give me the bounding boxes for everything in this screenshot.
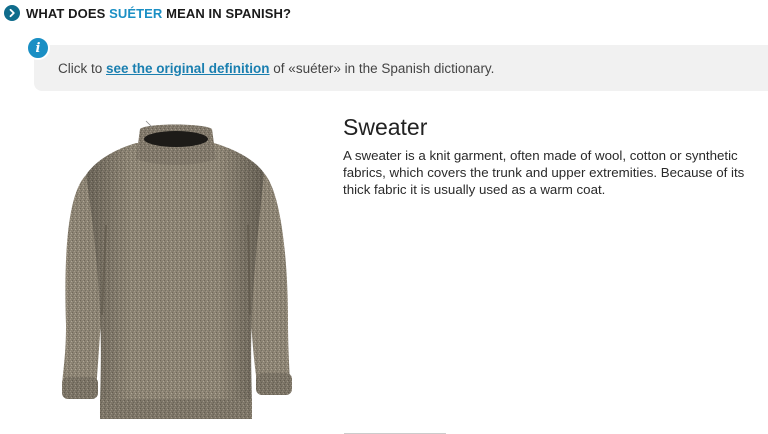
definition-title: Sweater [343,114,428,140]
sweater-image [26,115,328,434]
section-title: WHAT DOES SUÉTER MEAN IN SPANISH? [26,6,291,21]
chevron-right-icon[interactable] [4,5,20,21]
info-text-after: of «suéter» in the Spanish dictionary. [269,61,495,76]
title-prefix: WHAT DOES [26,5,110,21]
page: WHAT DOES SUÉTER MEAN IN SPANISH? i Clic… [0,0,768,434]
definition-body: A sweater is a knit garment, often made … [343,148,745,197]
info-icon: i [26,36,50,60]
original-definition-link[interactable]: see the original definition [106,61,270,76]
title-word: SUÉTER [109,5,163,21]
info-box: Click to see the original definition of … [34,45,768,91]
info-text: Click to see the original definition of … [58,61,494,76]
section-header: WHAT DOES SUÉTER MEAN IN SPANISH? [4,4,291,22]
title-suffix: MEAN IN SPANISH? [162,5,292,21]
info-text-before: Click to [58,61,107,76]
